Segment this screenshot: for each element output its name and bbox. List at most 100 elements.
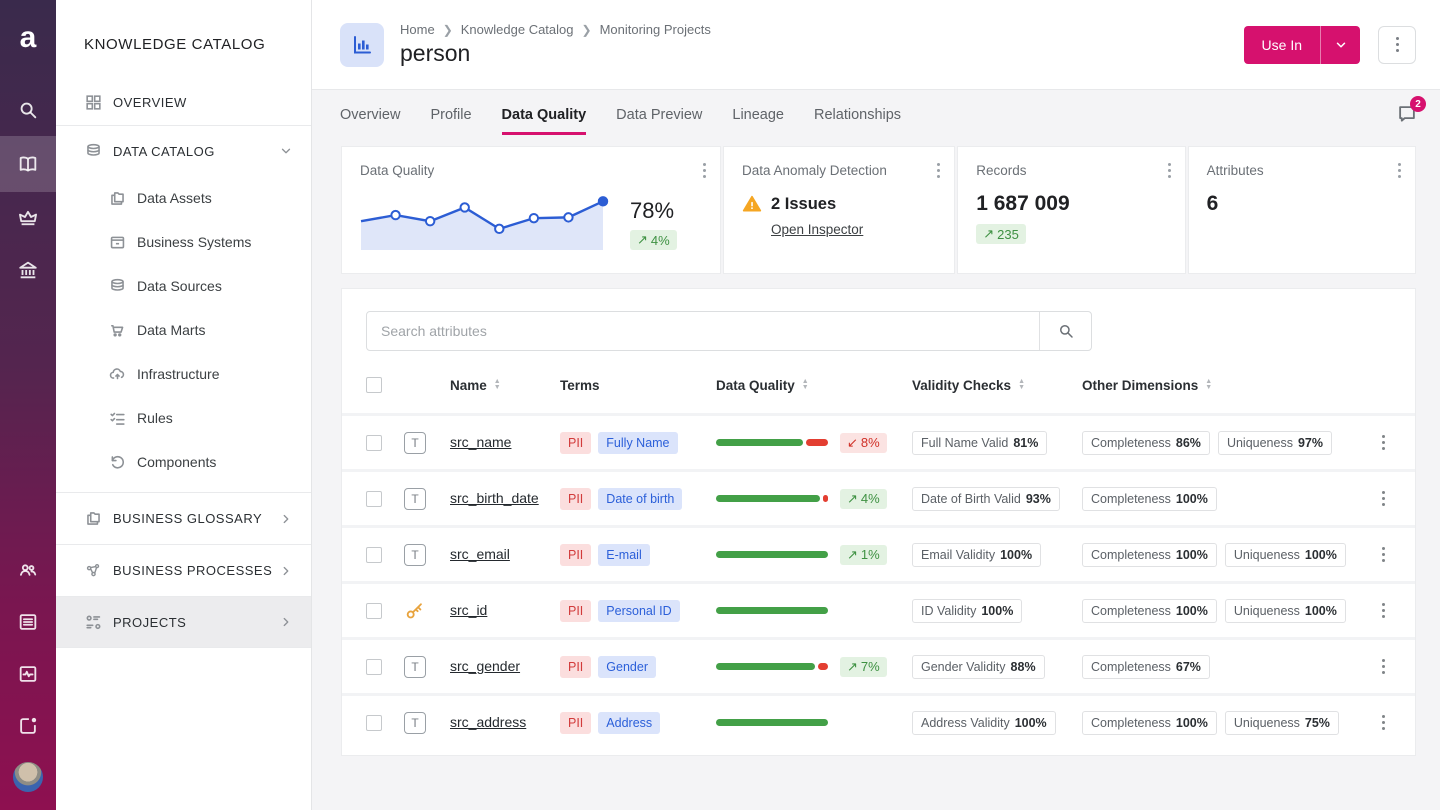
people-icon xyxy=(17,559,39,581)
crown-icon xyxy=(17,207,39,229)
column-header-other-dimensions[interactable]: Other Dimensions xyxy=(1082,378,1198,393)
dimension-chip[interactable]: Uniqueness97% xyxy=(1218,431,1332,455)
sidebar-item-projects[interactable]: PROJECTS xyxy=(56,596,311,648)
row-actions-kebab[interactable] xyxy=(1382,715,1385,730)
dimension-chip[interactable]: Completeness67% xyxy=(1082,655,1210,679)
term-tag[interactable]: Address xyxy=(598,712,660,734)
rail-favorites-button[interactable] xyxy=(0,192,56,244)
dimension-chip[interactable]: Completeness86% xyxy=(1082,431,1210,455)
rail-search-button[interactable] xyxy=(0,84,56,136)
row-checkbox[interactable] xyxy=(366,491,382,507)
row-actions-kebab[interactable] xyxy=(1382,547,1385,562)
validity-chip[interactable]: Full Name Valid81% xyxy=(912,431,1047,455)
pii-tag[interactable]: PII xyxy=(560,488,591,510)
row-actions-kebab[interactable] xyxy=(1382,659,1385,674)
breadcrumb-home[interactable]: Home xyxy=(400,22,435,37)
rail-monitoring-button[interactable] xyxy=(0,648,56,700)
search-button[interactable] xyxy=(1039,312,1091,350)
attribute-name-link[interactable]: src_id xyxy=(450,602,487,618)
pii-tag[interactable]: PII xyxy=(560,432,591,454)
validity-chip[interactable]: Gender Validity88% xyxy=(912,655,1045,679)
use-in-dropdown-toggle[interactable] xyxy=(1320,26,1360,64)
row-checkbox[interactable] xyxy=(366,659,382,675)
select-all-checkbox[interactable] xyxy=(366,377,382,393)
card-kebab[interactable] xyxy=(1398,163,1401,178)
row-checkbox[interactable] xyxy=(366,715,382,731)
validity-chip[interactable]: ID Validity100% xyxy=(912,599,1022,623)
rail-community-button[interactable] xyxy=(0,544,56,596)
column-header-data-quality[interactable]: Data Quality xyxy=(716,378,795,393)
sidebar-item-business-glossary[interactable]: BUSINESS GLOSSARY xyxy=(56,492,311,544)
row-actions-kebab[interactable] xyxy=(1382,603,1385,618)
rail-tasks-button[interactable] xyxy=(0,596,56,648)
dimension-chip[interactable]: Completeness100% xyxy=(1082,599,1217,623)
tab-data-preview[interactable]: Data Preview xyxy=(616,94,702,135)
sidebar-item-data-catalog[interactable]: DATA CATALOG xyxy=(56,126,311,176)
pii-tag[interactable]: PII xyxy=(560,712,591,734)
term-tag[interactable]: Gender xyxy=(598,656,656,678)
pii-tag[interactable]: PII xyxy=(560,600,591,622)
sidebar-item-rules[interactable]: Rules xyxy=(56,396,311,440)
term-tag[interactable]: E-mail xyxy=(598,544,649,566)
dimension-chip[interactable]: Completeness100% xyxy=(1082,487,1217,511)
header-actions-kebab[interactable] xyxy=(1378,26,1416,64)
card-kebab[interactable] xyxy=(703,163,706,178)
sidebar-item-business-systems[interactable]: Business Systems xyxy=(56,220,311,264)
sort-arrows-icon[interactable]: ▲▼ xyxy=(1205,379,1212,390)
row-actions-kebab[interactable] xyxy=(1382,491,1385,506)
column-header-name[interactable]: Name xyxy=(450,378,487,393)
card-kebab[interactable] xyxy=(937,163,940,178)
attribute-name-link[interactable]: src_name xyxy=(450,434,511,450)
term-tag[interactable]: Personal ID xyxy=(598,600,679,622)
term-tag[interactable]: Fully Name xyxy=(598,432,677,454)
sort-arrows-icon[interactable]: ▲▼ xyxy=(494,379,501,390)
sidebar-item-business-processes[interactable]: BUSINESS PROCESSES xyxy=(56,544,311,596)
brand-logo[interactable]: a xyxy=(20,16,37,60)
row-checkbox[interactable] xyxy=(366,435,382,451)
attribute-name-link[interactable]: src_birth_date xyxy=(450,490,539,506)
dimension-chip[interactable]: Completeness100% xyxy=(1082,543,1217,567)
breadcrumb-monitoring-projects[interactable]: Monitoring Projects xyxy=(600,22,711,37)
attribute-name-link[interactable]: src_gender xyxy=(450,658,520,674)
user-avatar[interactable] xyxy=(13,762,43,792)
validity-chip[interactable]: Email Validity100% xyxy=(912,543,1041,567)
breadcrumb-knowledge-catalog[interactable]: Knowledge Catalog xyxy=(461,22,574,37)
sidebar-item-data-sources[interactable]: Data Sources xyxy=(56,264,311,308)
search-input[interactable] xyxy=(367,312,1039,350)
dimension-chip[interactable]: Uniqueness100% xyxy=(1225,543,1346,567)
dimension-chip[interactable]: Uniqueness100% xyxy=(1225,599,1346,623)
tab-lineage[interactable]: Lineage xyxy=(732,94,784,135)
sort-arrows-icon[interactable]: ▲▼ xyxy=(802,379,809,390)
validity-chip[interactable]: Address Validity100% xyxy=(912,711,1056,735)
dimension-chip[interactable]: Uniqueness75% xyxy=(1225,711,1339,735)
pii-tag[interactable]: PII xyxy=(560,544,591,566)
row-actions-kebab[interactable] xyxy=(1382,435,1385,450)
tab-profile[interactable]: Profile xyxy=(430,94,471,135)
card-kebab[interactable] xyxy=(1168,163,1171,178)
attribute-name-link[interactable]: src_email xyxy=(450,546,510,562)
sidebar-item-data-marts[interactable]: Data Marts xyxy=(56,308,311,352)
use-in-button[interactable]: Use In xyxy=(1244,26,1320,64)
sidebar-item-overview[interactable]: OVERVIEW xyxy=(56,79,311,125)
term-tag[interactable]: Date of birth xyxy=(598,488,682,510)
tab-relationships[interactable]: Relationships xyxy=(814,94,901,135)
tab-overview[interactable]: Overview xyxy=(340,94,400,135)
pii-tag[interactable]: PII xyxy=(560,656,591,678)
sidebar-item-data-assets[interactable]: Data Assets xyxy=(56,176,311,220)
sort-arrows-icon[interactable]: ▲▼ xyxy=(1018,379,1025,390)
row-checkbox[interactable] xyxy=(366,547,382,563)
validity-chip[interactable]: Date of Birth Valid93% xyxy=(912,487,1060,511)
sidebar-item-components[interactable]: Components xyxy=(56,440,311,484)
use-in-split-button[interactable]: Use In xyxy=(1244,26,1360,64)
dimension-chip[interactable]: Completeness100% xyxy=(1082,711,1217,735)
comments-button[interactable]: 2 xyxy=(1396,103,1418,125)
tab-data-quality[interactable]: Data Quality xyxy=(502,94,587,135)
sidebar-item-infrastructure[interactable]: Infrastructure xyxy=(56,352,311,396)
rail-catalog-button[interactable] xyxy=(0,136,56,192)
rail-releases-button[interactable] xyxy=(0,700,56,752)
column-header-validity-checks[interactable]: Validity Checks xyxy=(912,378,1011,393)
rail-organization-button[interactable] xyxy=(0,244,56,296)
attribute-name-link[interactable]: src_address xyxy=(450,714,526,730)
open-inspector-link[interactable]: Open Inspector xyxy=(771,222,863,237)
row-checkbox[interactable] xyxy=(366,603,382,619)
